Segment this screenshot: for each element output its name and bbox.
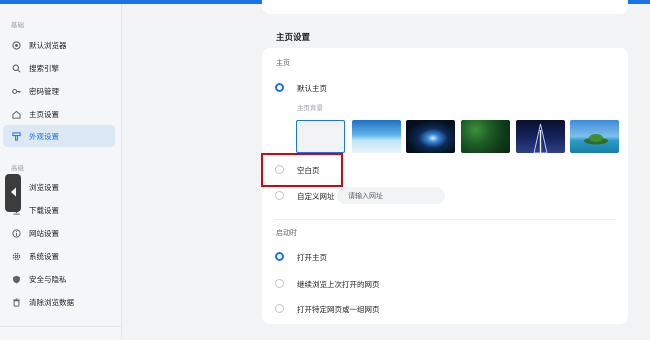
annotation-highlight-box xyxy=(261,153,343,187)
key-icon xyxy=(11,86,21,96)
sidebar-item-search-engine[interactable]: 搜索引擎 xyxy=(3,57,115,79)
tunnel-light-shape xyxy=(533,123,548,154)
trash-icon xyxy=(11,297,21,307)
sidebar-group-advanced: 高级 xyxy=(11,164,24,172)
sidebar-item-appearance[interactable]: 外观设置 xyxy=(3,125,115,147)
gear-icon xyxy=(11,251,21,261)
sidebar-item-clear-data[interactable]: 清除浏览数据 xyxy=(3,291,115,313)
search-icon xyxy=(11,63,21,73)
background-thumb-forest[interactable] xyxy=(461,120,510,153)
sidebar-item-system[interactable]: 系统设置 xyxy=(3,245,115,267)
sidebar-item-label: 网站设置 xyxy=(29,228,59,238)
sidebar-item-label: 安全与隐私 xyxy=(29,274,67,284)
background-thumb-planet[interactable] xyxy=(406,120,455,153)
sidebar-bottom-divider xyxy=(0,326,121,327)
startup-open-homepage-radio[interactable] xyxy=(275,252,284,261)
background-thumb-island[interactable] xyxy=(570,120,619,153)
sidebar-collapse-handle[interactable] xyxy=(5,174,21,212)
sidebar-item-label: 主页设置 xyxy=(29,109,59,119)
chevron-left-icon xyxy=(10,187,17,199)
sidebar-item-label: 浏览设置 xyxy=(29,182,59,192)
default-homepage-label[interactable]: 默认主页 xyxy=(297,83,327,94)
settings-sidebar: 基础 默认浏览器 搜索引擎 密码管理 主页设置 外观设置 高级 浏览设置 下载设… xyxy=(0,4,122,340)
homepage-background-label: 主页背景 xyxy=(297,104,323,112)
sidebar-item-homepage[interactable]: 主页设置 xyxy=(3,103,115,125)
startup-group-label: 启动时 xyxy=(276,229,297,237)
sidebar-item-label: 默认浏览器 xyxy=(29,40,67,50)
custom-url-label[interactable]: 自定义网址 xyxy=(297,191,335,202)
startup-continue-label[interactable]: 继续浏览上次打开的网页 xyxy=(297,279,380,290)
sidebar-item-site-settings[interactable]: 网站设置 xyxy=(3,222,115,244)
browser-icon xyxy=(11,40,21,50)
sidebar-item-security[interactable]: 安全与隐私 xyxy=(3,268,115,290)
section-divider xyxy=(274,219,616,220)
custom-url-input[interactable] xyxy=(337,187,445,204)
default-homepage-radio[interactable] xyxy=(275,83,284,92)
background-thumb-blank[interactable] xyxy=(296,120,345,153)
previous-settings-card xyxy=(262,0,628,14)
shield-icon xyxy=(11,274,21,284)
island-shape xyxy=(584,134,608,145)
page-title: 主页设置 xyxy=(276,33,311,43)
homepage-group-label: 主页 xyxy=(276,59,290,67)
custom-url-radio[interactable] xyxy=(275,191,284,200)
background-thumb-ocean[interactable] xyxy=(352,120,401,153)
sidebar-item-default-browser[interactable]: 默认浏览器 xyxy=(3,34,115,56)
sidebar-item-label: 密码管理 xyxy=(29,86,59,96)
palette-icon xyxy=(11,131,21,141)
sidebar-item-password[interactable]: 密码管理 xyxy=(3,80,115,102)
home-icon xyxy=(11,109,21,119)
sidebar-group-basic: 基础 xyxy=(11,21,24,29)
info-icon xyxy=(11,228,21,238)
startup-specific-pages-label[interactable]: 打开特定网页或一组网页 xyxy=(297,304,380,315)
sidebar-item-label: 系统设置 xyxy=(29,251,59,261)
sidebar-item-label: 搜索引擎 xyxy=(29,63,59,73)
background-thumb-tunnel[interactable] xyxy=(516,120,565,154)
startup-specific-pages-radio[interactable] xyxy=(275,304,284,313)
sidebar-item-label: 外观设置 xyxy=(29,131,59,141)
sidebar-item-label: 清除浏览数据 xyxy=(29,297,74,307)
startup-open-homepage-label[interactable]: 打开主页 xyxy=(297,252,327,263)
sidebar-item-label: 下载设置 xyxy=(29,205,59,215)
startup-continue-radio[interactable] xyxy=(275,279,284,288)
